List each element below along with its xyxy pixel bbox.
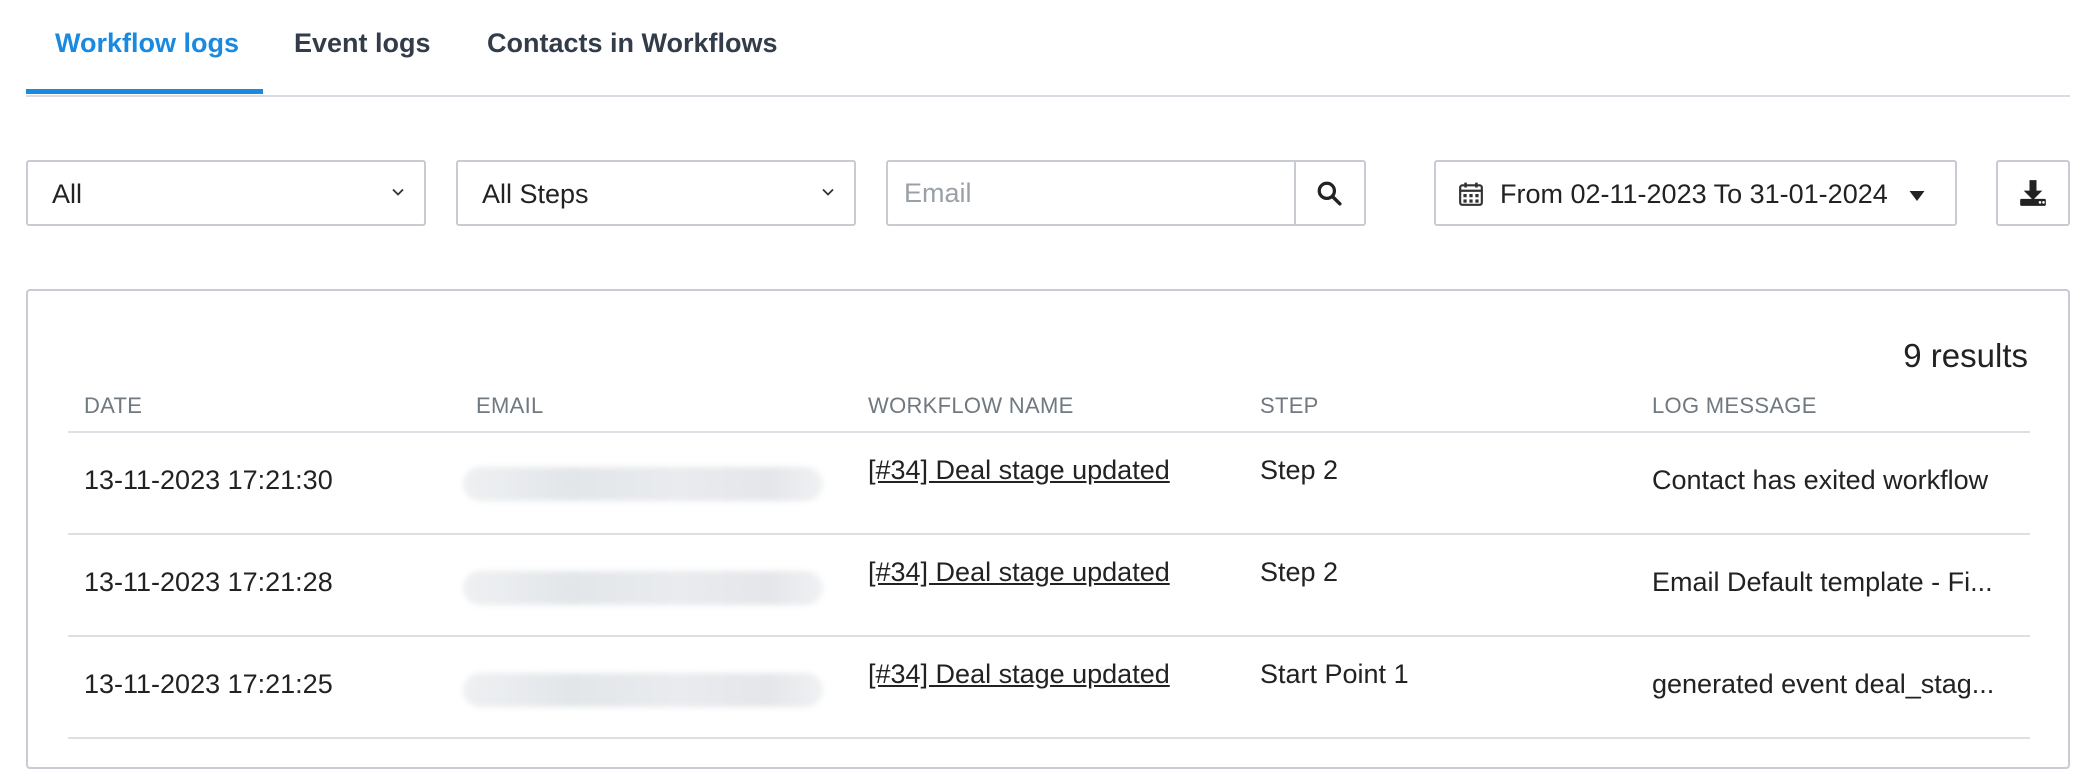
download-button[interactable] bbox=[1996, 160, 2070, 226]
tab-event-logs[interactable]: Event logs bbox=[294, 28, 431, 59]
column-header-workflow-name: WORKFLOW NAME bbox=[868, 393, 1074, 418]
row-date: 13-11-2023 17:21:30 bbox=[84, 465, 333, 495]
row-step: Step 2 bbox=[1260, 455, 1339, 485]
row-log-message: generated event deal_stag... bbox=[1652, 669, 1995, 699]
row-step: Start Point 1 bbox=[1260, 659, 1409, 689]
redacted-email bbox=[463, 673, 823, 707]
caret-down-icon bbox=[1909, 191, 1925, 201]
calendar-icon bbox=[1459, 182, 1483, 206]
workflow-logs-panel: 9 results DATE EMAIL WORKFLOW NAME STEP … bbox=[26, 289, 2070, 769]
row-date: 13-11-2023 17:21:28 bbox=[84, 567, 333, 597]
email-input[interactable] bbox=[888, 162, 1296, 224]
status-select-value: All bbox=[52, 179, 83, 209]
download-icon bbox=[2020, 180, 2046, 206]
chevron-down-icon bbox=[822, 188, 834, 196]
tab-contacts-in-workflows[interactable]: Contacts in Workflows bbox=[487, 28, 778, 59]
column-header-step: STEP bbox=[1260, 393, 1319, 418]
table-row: 13-11-2023 17:21:28 [#34] Deal stage upd… bbox=[68, 535, 2030, 637]
chevron-down-icon bbox=[392, 188, 404, 196]
table-row: 13-11-2023 17:21:30 [#34] Deal stage upd… bbox=[68, 433, 2030, 535]
tab-bar: Workflow logs Event logs Contacts in Wor… bbox=[26, 0, 2070, 97]
steps-select-value: All Steps bbox=[482, 179, 589, 209]
steps-select[interactable]: All Steps bbox=[456, 160, 856, 226]
active-tab-indicator bbox=[26, 89, 263, 94]
workflow-name-link[interactable]: [#34] Deal stage updated bbox=[868, 455, 1170, 486]
results-count: 9 results bbox=[1903, 337, 2028, 374]
redacted-email bbox=[463, 571, 823, 605]
workflow-name-link[interactable]: [#34] Deal stage updated bbox=[868, 557, 1170, 588]
email-search-group bbox=[886, 160, 1366, 226]
search-icon bbox=[1317, 181, 1342, 206]
column-header-log-message: LOG MESSAGE bbox=[1652, 393, 1817, 418]
date-range-button[interactable]: From 02-11-2023 To 31-01-2024 bbox=[1434, 160, 1957, 226]
row-log-message: Email Default template - Fi... bbox=[1652, 567, 1993, 597]
date-range-label: From 02-11-2023 To 31-01-2024 bbox=[1500, 179, 1888, 209]
row-date: 13-11-2023 17:21:25 bbox=[84, 669, 333, 699]
status-select[interactable]: All bbox=[26, 160, 426, 226]
tab-workflow-logs[interactable]: Workflow logs bbox=[55, 28, 239, 59]
redacted-email bbox=[463, 467, 823, 501]
row-step: Step 2 bbox=[1260, 557, 1339, 587]
column-header-date: DATE bbox=[84, 393, 143, 418]
row-log-message: Contact has exited workflow bbox=[1652, 465, 1989, 495]
column-header-email: EMAIL bbox=[476, 393, 544, 418]
table-row: 13-11-2023 17:21:25 [#34] Deal stage upd… bbox=[68, 637, 2030, 739]
workflow-name-link[interactable]: [#34] Deal stage updated bbox=[868, 659, 1170, 690]
search-button[interactable] bbox=[1294, 162, 1364, 224]
table-header: DATE EMAIL WORKFLOW NAME STEP LOG MESSAG… bbox=[68, 391, 2030, 433]
